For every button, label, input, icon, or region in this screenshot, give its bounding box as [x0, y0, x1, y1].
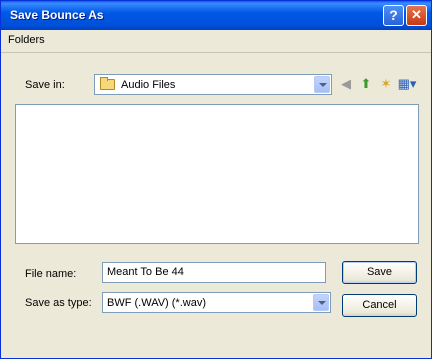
close-icon: ✕ — [411, 7, 422, 22]
save-in-dropdown[interactable]: Audio Files — [94, 74, 332, 95]
close-button[interactable]: ✕ — [406, 5, 427, 26]
chevron-down-icon[interactable] — [313, 294, 329, 311]
save-button[interactable]: Save — [342, 261, 417, 284]
save-in-value: Audio Files — [121, 79, 176, 91]
folder-icon — [100, 77, 115, 90]
window-title: Save Bounce As — [10, 8, 104, 22]
chevron-down-icon[interactable] — [314, 76, 330, 93]
back-icon[interactable]: ◀ — [338, 76, 354, 92]
save-as-type-label: Save as type: — [25, 297, 92, 309]
cancel-button[interactable]: Cancel — [342, 294, 417, 317]
up-folder-icon[interactable]: ⬆ — [358, 76, 374, 92]
file-name-value: Meant To Be 44 — [107, 266, 184, 278]
save-bounce-dialog: Save Bounce As ? ✕ Folders Save in: Audi… — [0, 0, 432, 359]
new-folder-icon[interactable]: ✶ — [378, 76, 394, 92]
save-as-type-dropdown[interactable]: BWF (.WAV) (*.wav) — [102, 292, 331, 313]
save-as-type-value: BWF (.WAV) (*.wav) — [107, 297, 206, 309]
help-button[interactable]: ? — [383, 5, 404, 26]
title-bar[interactable]: Save Bounce As ? ✕ — [1, 1, 431, 30]
menu-bar: Folders — [1, 30, 431, 53]
file-name-label: File name: — [25, 268, 77, 280]
views-menu-icon[interactable]: ▦▾ — [396, 76, 418, 92]
file-list[interactable] — [15, 104, 419, 244]
save-in-label: Save in: — [25, 79, 65, 91]
help-icon: ? — [389, 7, 398, 23]
file-name-input[interactable]: Meant To Be 44 — [102, 262, 326, 283]
menu-folders[interactable]: Folders — [8, 34, 45, 46]
